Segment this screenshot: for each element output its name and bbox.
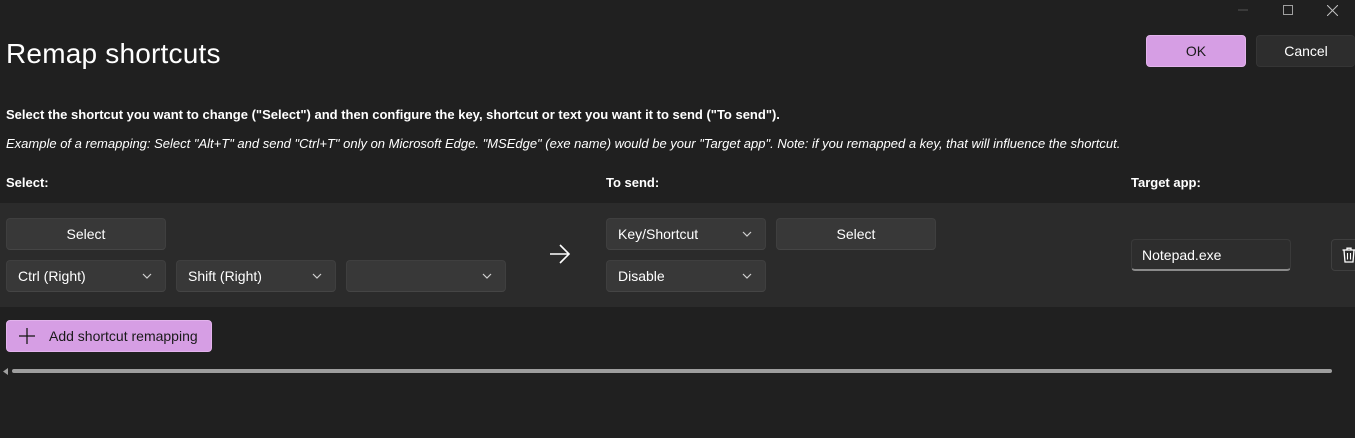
select-shortcut-button[interactable]: Select [6, 218, 166, 250]
chevron-down-icon [742, 273, 752, 279]
key1-value: Ctrl (Right) [18, 268, 86, 284]
chevron-down-icon [482, 273, 492, 279]
plus-icon [19, 328, 35, 344]
send-value: Disable [618, 268, 665, 284]
cancel-button[interactable]: Cancel [1256, 35, 1355, 67]
key3-dropdown[interactable] [346, 260, 506, 292]
trash-icon [1342, 247, 1355, 263]
horizontal-scrollbar[interactable] [0, 365, 1355, 377]
scrollbar-thumb[interactable] [12, 369, 1332, 373]
minimize-icon [1237, 9, 1248, 11]
select-column-header: Select: [6, 175, 49, 190]
key2-dropdown[interactable]: Shift (Right) [176, 260, 336, 292]
example-text: Example of a remapping: Select "Alt+T" a… [6, 136, 1121, 151]
key2-value: Shift (Right) [188, 268, 262, 284]
chevron-down-icon [312, 273, 322, 279]
send-type-value: Key/Shortcut [618, 226, 699, 242]
close-icon [1327, 4, 1338, 16]
maximize-button[interactable] [1265, 0, 1310, 20]
scroll-left-icon[interactable] [3, 368, 9, 375]
ok-button[interactable]: OK [1146, 35, 1246, 67]
send-value-dropdown[interactable]: Disable [606, 260, 766, 292]
key1-dropdown[interactable]: Ctrl (Right) [6, 260, 166, 292]
add-shortcut-remapping-label: Add shortcut remapping [49, 328, 198, 344]
send-type-dropdown[interactable]: Key/Shortcut [606, 218, 766, 250]
to-send-column-header: To send: [606, 175, 660, 190]
target-app-input[interactable]: Notepad.exe [1131, 239, 1291, 271]
target-app-column-header: Target app: [1131, 175, 1201, 190]
maximize-icon [1282, 5, 1293, 15]
arrow-right-icon [550, 244, 571, 264]
chevron-down-icon [742, 231, 752, 237]
caption-buttons [1220, 0, 1355, 20]
add-shortcut-remapping-button[interactable]: Add shortcut remapping [6, 320, 212, 352]
delete-row-button[interactable] [1331, 239, 1355, 271]
chevron-down-icon [142, 273, 152, 279]
select-send-button[interactable]: Select [776, 218, 936, 250]
page-title: Remap shortcuts [6, 38, 221, 69]
remap-shortcuts-window: Remap shortcuts OK Cancel Select the sho… [0, 0, 1355, 438]
target-app-value: Notepad.exe [1142, 246, 1222, 263]
minimize-button[interactable] [1220, 0, 1265, 20]
instructions-text: Select the shortcut you want to change (… [6, 107, 780, 122]
close-button[interactable] [1310, 0, 1355, 20]
